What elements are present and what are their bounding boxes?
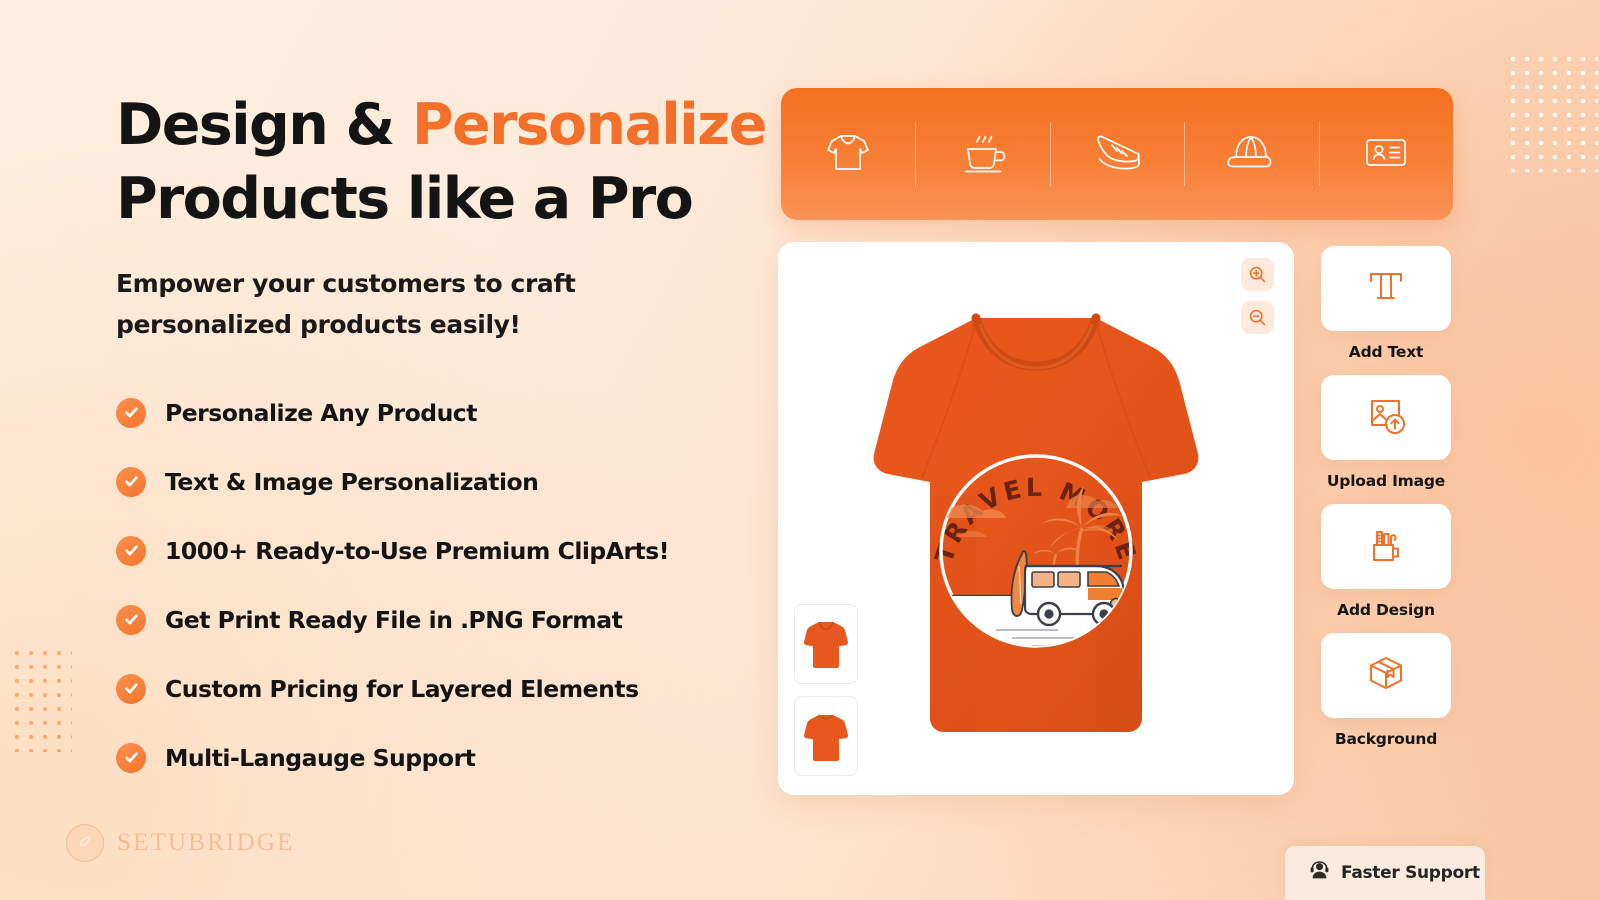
list-item: Get Print Ready File in .PNG Format	[116, 596, 776, 643]
marketing-copy-column: Design & Personalize Products like a Pro…	[116, 88, 776, 803]
list-item: Custom Pricing for Layered Elements	[116, 665, 776, 712]
product-type-toolbar	[781, 88, 1453, 220]
headset-agent-icon	[1309, 860, 1330, 886]
feature-list: Personalize Any Product Text & Image Per…	[116, 389, 776, 781]
coffee-cup-icon	[954, 123, 1012, 186]
product-canvas: TRAVEL MORE	[778, 242, 1294, 795]
list-item: Text & Image Personalization	[116, 458, 776, 505]
background-button[interactable]	[1321, 633, 1451, 718]
tool-label: Background	[1334, 730, 1438, 748]
decorative-dot-grid-left	[10, 646, 72, 752]
list-item: 1000+ Ready-to-Use Premium ClipArts!	[116, 527, 776, 574]
decorative-dot-grid-top-right	[1506, 52, 1598, 172]
upload-image-button[interactable]	[1321, 375, 1451, 460]
text-t-icon	[1365, 265, 1407, 312]
faster-support-label: Faster Support	[1341, 863, 1480, 883]
product-view-thumbnails	[794, 604, 858, 776]
headline-line1-accent: Personalize	[411, 92, 768, 158]
design-tool-panel: Add Text Upload Image Add Design Backgro…	[1321, 246, 1451, 762]
feature-label: 1000+ Ready-to-Use Premium ClipArts!	[165, 536, 669, 565]
pencil-cup-icon	[1365, 523, 1407, 570]
tool-label: Add Text	[1348, 343, 1424, 361]
check-icon	[116, 397, 146, 428]
box-icon	[1365, 652, 1407, 699]
faster-support-button[interactable]: Faster Support	[1285, 846, 1485, 900]
tool-upload-image[interactable]: Upload Image	[1321, 375, 1451, 490]
id-card-icon	[1357, 123, 1415, 186]
feature-label: Personalize Any Product	[165, 398, 477, 427]
product-tab-tshirt[interactable]	[781, 118, 915, 190]
add-design-button[interactable]	[1321, 504, 1451, 589]
list-item: Multi-Langauge Support	[116, 734, 776, 781]
headline-line2: Products like a Pro	[116, 166, 694, 233]
feature-label: Custom Pricing for Layered Elements	[165, 674, 639, 703]
tool-background[interactable]: Background	[1321, 633, 1451, 748]
add-text-button[interactable]	[1321, 246, 1451, 331]
page-title: Design & Personalize Products like a Pro	[116, 88, 776, 236]
sneaker-icon	[1086, 121, 1148, 188]
tool-add-design[interactable]: Add Design	[1321, 504, 1451, 619]
thumbnail-tshirt-front[interactable]	[794, 604, 858, 684]
check-icon	[116, 604, 146, 635]
setubridge-wordmark: SETUBRIDGE	[117, 829, 295, 856]
tool-label: Upload Image	[1326, 472, 1446, 490]
page-root: Design & Personalize Products like a Pro…	[0, 0, 1600, 900]
subheading: Empower your customers to craft personal…	[116, 269, 576, 339]
feature-label: Get Print Ready File in .PNG Format	[165, 605, 623, 634]
feature-label: Multi-Langauge Support	[165, 743, 476, 772]
upload-image-icon	[1365, 394, 1407, 441]
check-icon	[116, 466, 146, 497]
setubridge-leaf-logo-icon	[66, 824, 104, 862]
feature-label: Text & Image Personalization	[165, 467, 539, 496]
thumbnail-tshirt-back[interactable]	[794, 696, 858, 776]
product-tab-shoe[interactable]	[1049, 118, 1184, 190]
product-tab-cap[interactable]	[1184, 118, 1318, 190]
product-tab-card[interactable]	[1318, 118, 1453, 190]
product-tab-mug[interactable]	[915, 118, 1049, 190]
cap-icon	[1222, 123, 1280, 186]
headline-line1-plain: Design &	[116, 92, 412, 158]
check-icon	[116, 673, 146, 704]
check-icon	[116, 535, 146, 566]
product-preview[interactable]: TRAVEL MORE	[826, 266, 1246, 766]
tool-label: Add Design	[1337, 601, 1435, 619]
tool-add-text[interactable]: Add Text	[1321, 246, 1451, 361]
list-item: Personalize Any Product	[116, 389, 776, 436]
setubridge-watermark: SETUBRIDGE	[66, 824, 295, 862]
check-icon	[116, 742, 146, 773]
tshirt-icon	[819, 123, 877, 186]
